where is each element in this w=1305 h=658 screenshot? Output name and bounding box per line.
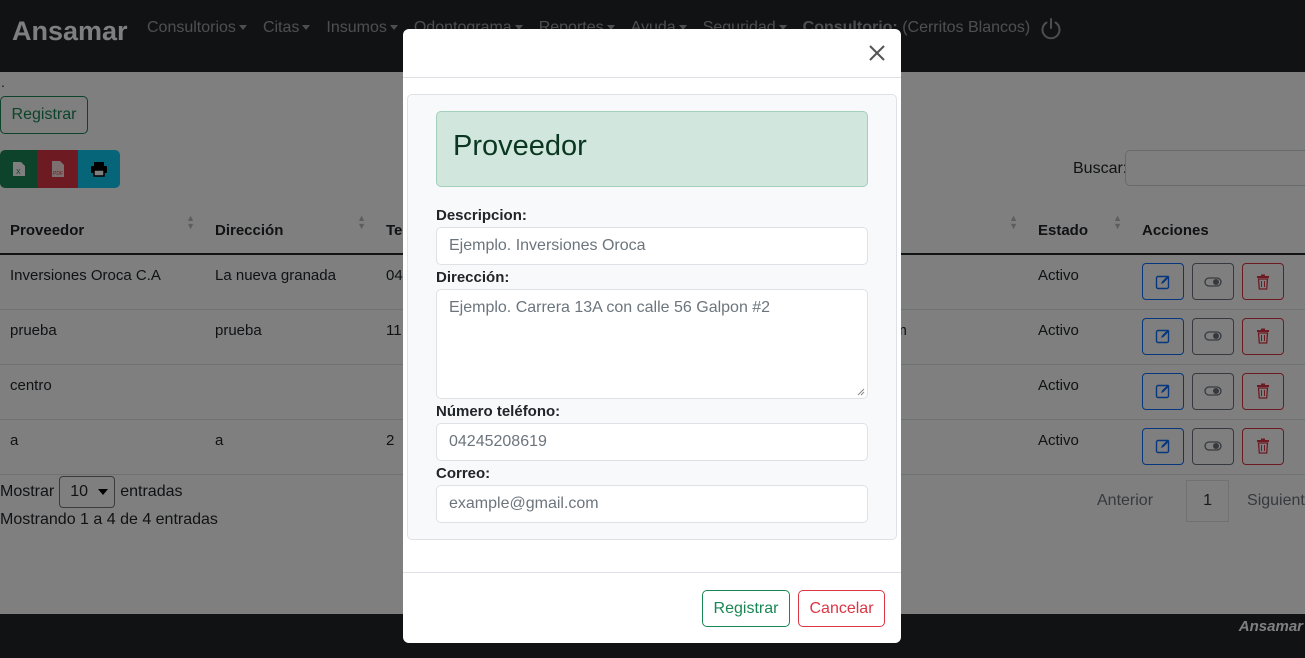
close-icon[interactable] [867,43,887,63]
correo-label: Correo: [436,465,491,482]
modal-footer: Registrar Cancelar [403,572,901,643]
direccion-label: Dirección: [436,269,510,286]
correo-input[interactable]: example@gmail.com [436,485,868,523]
modal-register-button[interactable]: Registrar [702,590,790,627]
descripcion-input[interactable]: Ejemplo. Inversiones Oroca [436,227,868,265]
descripcion-label: Descripcion: [436,207,527,224]
supplier-form-card: Proveedor Descripcion: Ejemplo. Inversio… [407,94,897,540]
modal-header [403,29,901,78]
modal-cancel-button[interactable]: Cancelar [798,590,885,627]
modal-title: Proveedor [436,111,868,187]
telefono-input[interactable]: 04245208619 [436,423,868,461]
telefono-label: Número teléfono: [436,403,561,420]
resize-handle-icon[interactable] [857,388,865,396]
direccion-textarea[interactable]: Ejemplo. Carrera 13A con calle 56 Galpon… [436,289,868,399]
direccion-placeholder: Ejemplo. Carrera 13A con calle 56 Galpon… [449,299,771,316]
supplier-modal: Proveedor Descripcion: Ejemplo. Inversio… [403,29,901,643]
